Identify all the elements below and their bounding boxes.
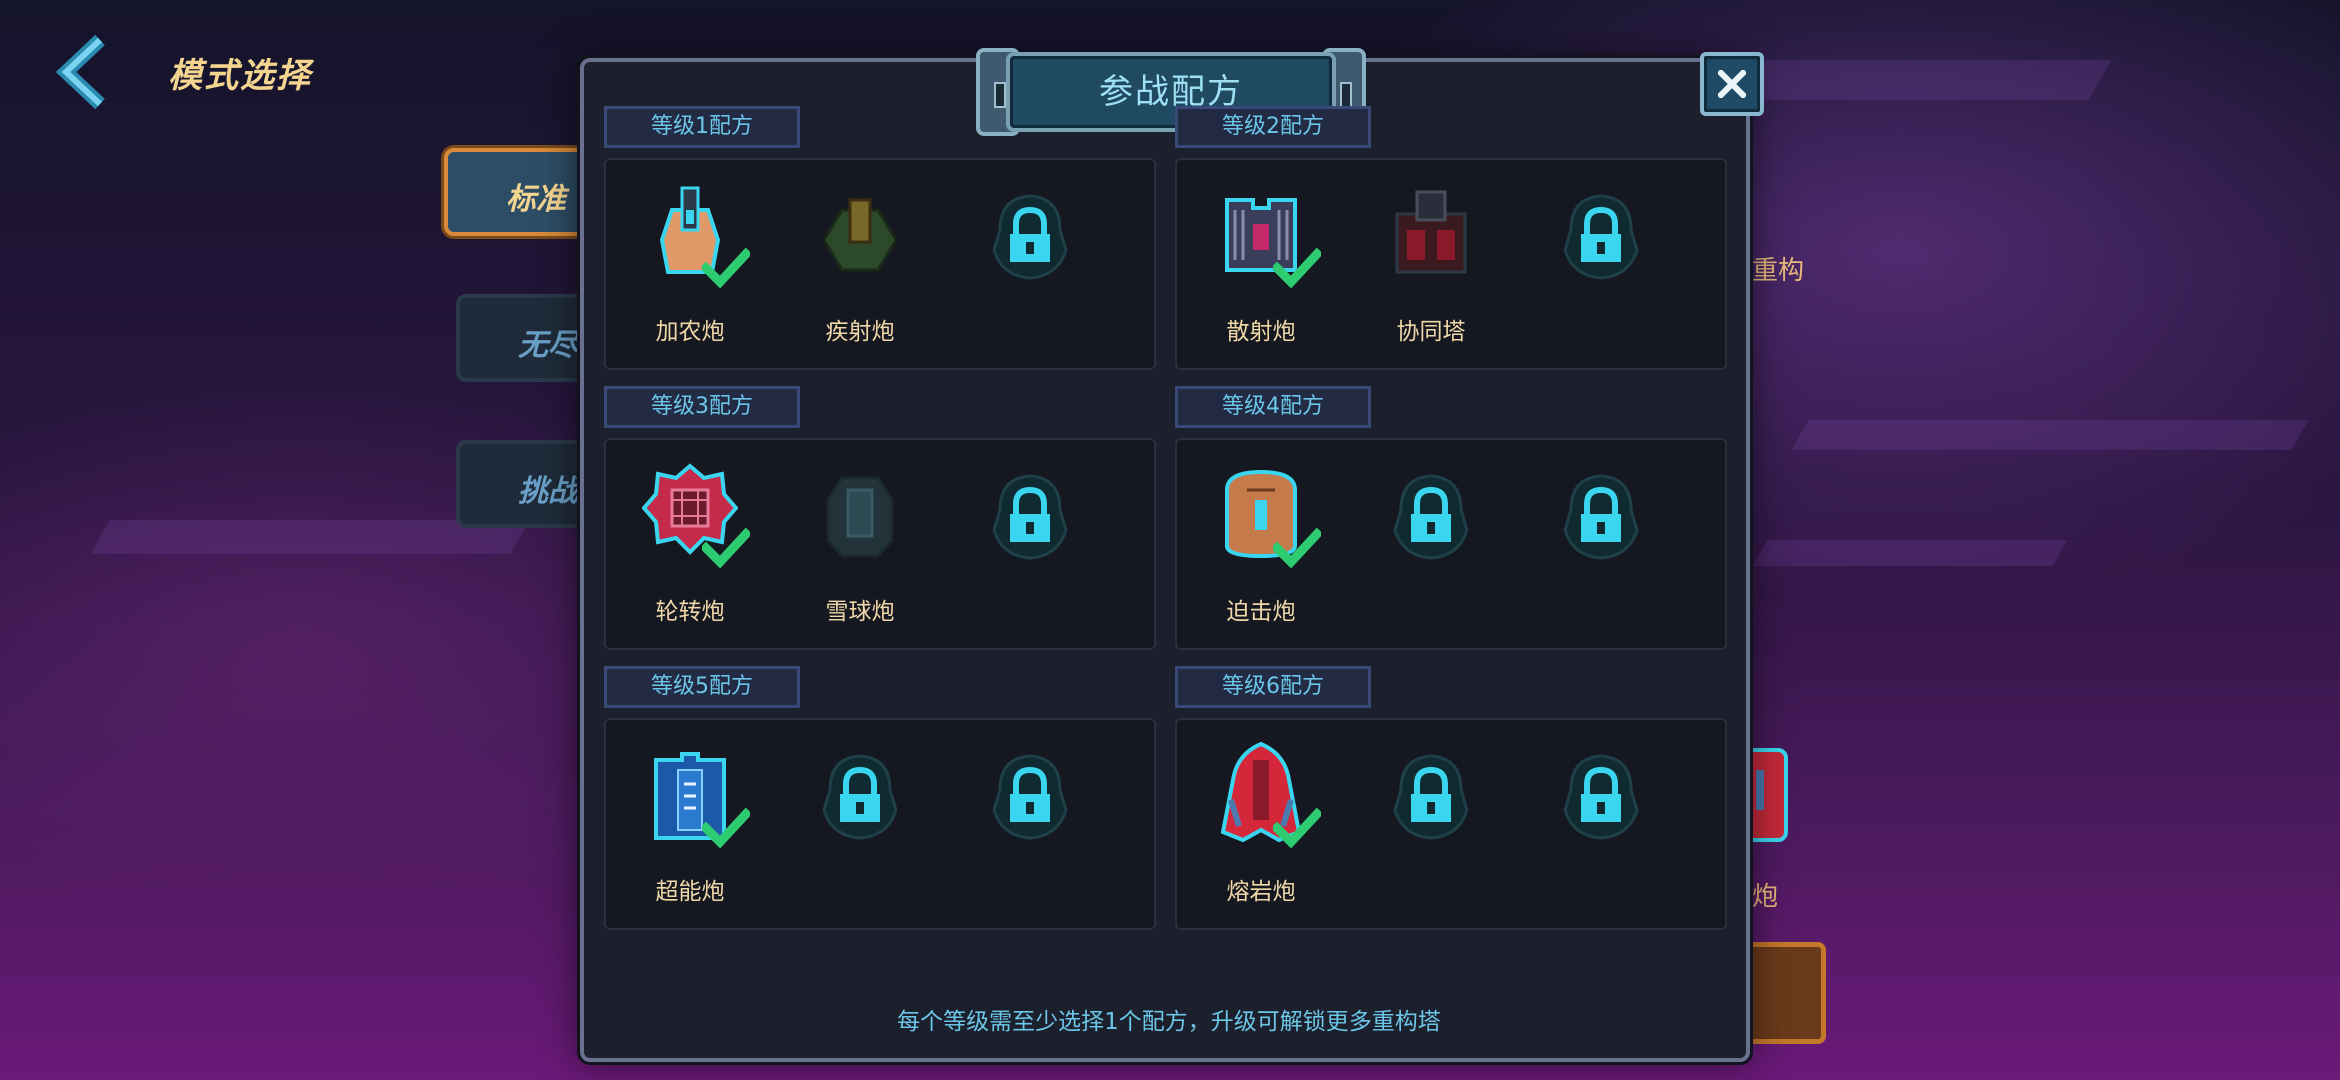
tier-label: 等级6配方 xyxy=(1175,666,1371,708)
checkmark-icon xyxy=(1273,528,1321,568)
lock-icon xyxy=(812,740,908,850)
synergy-tower-icon xyxy=(1383,180,1479,290)
locked-recipe-slot[interactable] xyxy=(800,732,920,912)
recipe-name: 超能炮 xyxy=(655,879,725,905)
lock-icon xyxy=(982,460,1078,570)
recipe-slot[interactable]: 熔岩炮 xyxy=(1201,732,1321,912)
recipe-name: 轮转炮 xyxy=(655,599,725,625)
background-decoration xyxy=(1752,540,2068,566)
lock-icon xyxy=(1553,460,1649,570)
tower-name-label: 炮 xyxy=(1752,882,1779,912)
checkmark-icon xyxy=(1273,248,1321,288)
tier-panel: 轮转炮 雪球炮 xyxy=(604,438,1156,650)
footer-hint: 每个等级需至少选择1个配方，升级可解锁更多重构塔 xyxy=(897,1009,1441,1035)
checkmark-icon xyxy=(702,808,750,848)
recipe-slot[interactable]: 雪球炮 xyxy=(800,452,920,632)
recipe-name: 加农炮 xyxy=(655,319,725,345)
recipe-name: 疾射炮 xyxy=(825,319,895,345)
checkmark-icon xyxy=(1273,808,1321,848)
recipe-name: 协同塔 xyxy=(1396,319,1466,345)
recipe-slot[interactable]: 迫击炮 xyxy=(1201,452,1321,632)
tier-panel: 散射炮 协同塔 xyxy=(1175,158,1727,370)
mode-tab-label: 挑战 xyxy=(518,474,578,509)
tier-label: 等级1配方 xyxy=(604,106,800,148)
checkmark-icon xyxy=(702,248,750,288)
lock-icon xyxy=(1553,180,1649,290)
recipe-name: 迫击炮 xyxy=(1226,599,1296,625)
lock-icon xyxy=(982,180,1078,290)
snowball-cannon-icon xyxy=(812,460,908,570)
recipe-name: 熔岩炮 xyxy=(1226,879,1296,905)
locked-recipe-slot[interactable] xyxy=(970,732,1090,912)
locked-recipe-slot[interactable] xyxy=(1371,732,1491,912)
chevron-left-icon xyxy=(55,34,105,110)
background-decoration xyxy=(1791,420,2309,450)
tier-panel: 迫击炮 xyxy=(1175,438,1727,650)
tower-rebuild-label: 重构 xyxy=(1752,256,1805,286)
page-title: 模式选择 xyxy=(168,56,312,96)
locked-recipe-slot[interactable] xyxy=(970,172,1090,352)
lock-icon xyxy=(982,740,1078,850)
close-icon xyxy=(1718,70,1746,98)
lock-icon xyxy=(1553,740,1649,850)
locked-recipe-slot[interactable] xyxy=(1541,172,1661,352)
recipe-slot[interactable]: 疾射炮 xyxy=(800,172,920,352)
locked-recipe-slot[interactable] xyxy=(970,452,1090,632)
tier-panel: 加农炮 疾射炮 xyxy=(604,158,1156,370)
checkmark-icon xyxy=(702,528,750,568)
tier-panel: 熔岩炮 xyxy=(1175,718,1727,930)
recipe-modal: 参战配方 等级1配方 加农炮 疾射炮 等级2配方 散射炮 协同塔 等级3配方 轮转炮 雪球炮 等级… xyxy=(580,48,1764,1062)
lock-icon xyxy=(1383,460,1479,570)
lock-icon xyxy=(1383,740,1479,850)
close-button[interactable] xyxy=(1700,52,1764,116)
recipe-slot[interactable]: 协同塔 xyxy=(1371,172,1491,352)
mode-tab-label: 标准 xyxy=(506,182,566,217)
recipe-name: 散射炮 xyxy=(1226,319,1296,345)
mode-tab-label: 无尽 xyxy=(518,328,578,363)
recipe-slot[interactable]: 轮转炮 xyxy=(630,452,750,632)
tier-label: 等级4配方 xyxy=(1175,386,1371,428)
tier-label: 等级3配方 xyxy=(604,386,800,428)
tier-panel: 超能炮 xyxy=(604,718,1156,930)
recipe-slot[interactable]: 散射炮 xyxy=(1201,172,1321,352)
locked-recipe-slot[interactable] xyxy=(1371,452,1491,632)
tier-label: 等级2配方 xyxy=(1175,106,1371,148)
locked-recipe-slot[interactable] xyxy=(1541,732,1661,912)
locked-recipe-slot[interactable] xyxy=(1541,452,1661,632)
recipe-slot[interactable]: 超能炮 xyxy=(630,732,750,912)
back-button[interactable] xyxy=(52,34,128,110)
rapid-cannon-icon xyxy=(812,180,908,290)
tier-label: 等级5配方 xyxy=(604,666,800,708)
recipe-slot[interactable]: 加农炮 xyxy=(630,172,750,352)
recipe-name: 雪球炮 xyxy=(825,599,895,625)
